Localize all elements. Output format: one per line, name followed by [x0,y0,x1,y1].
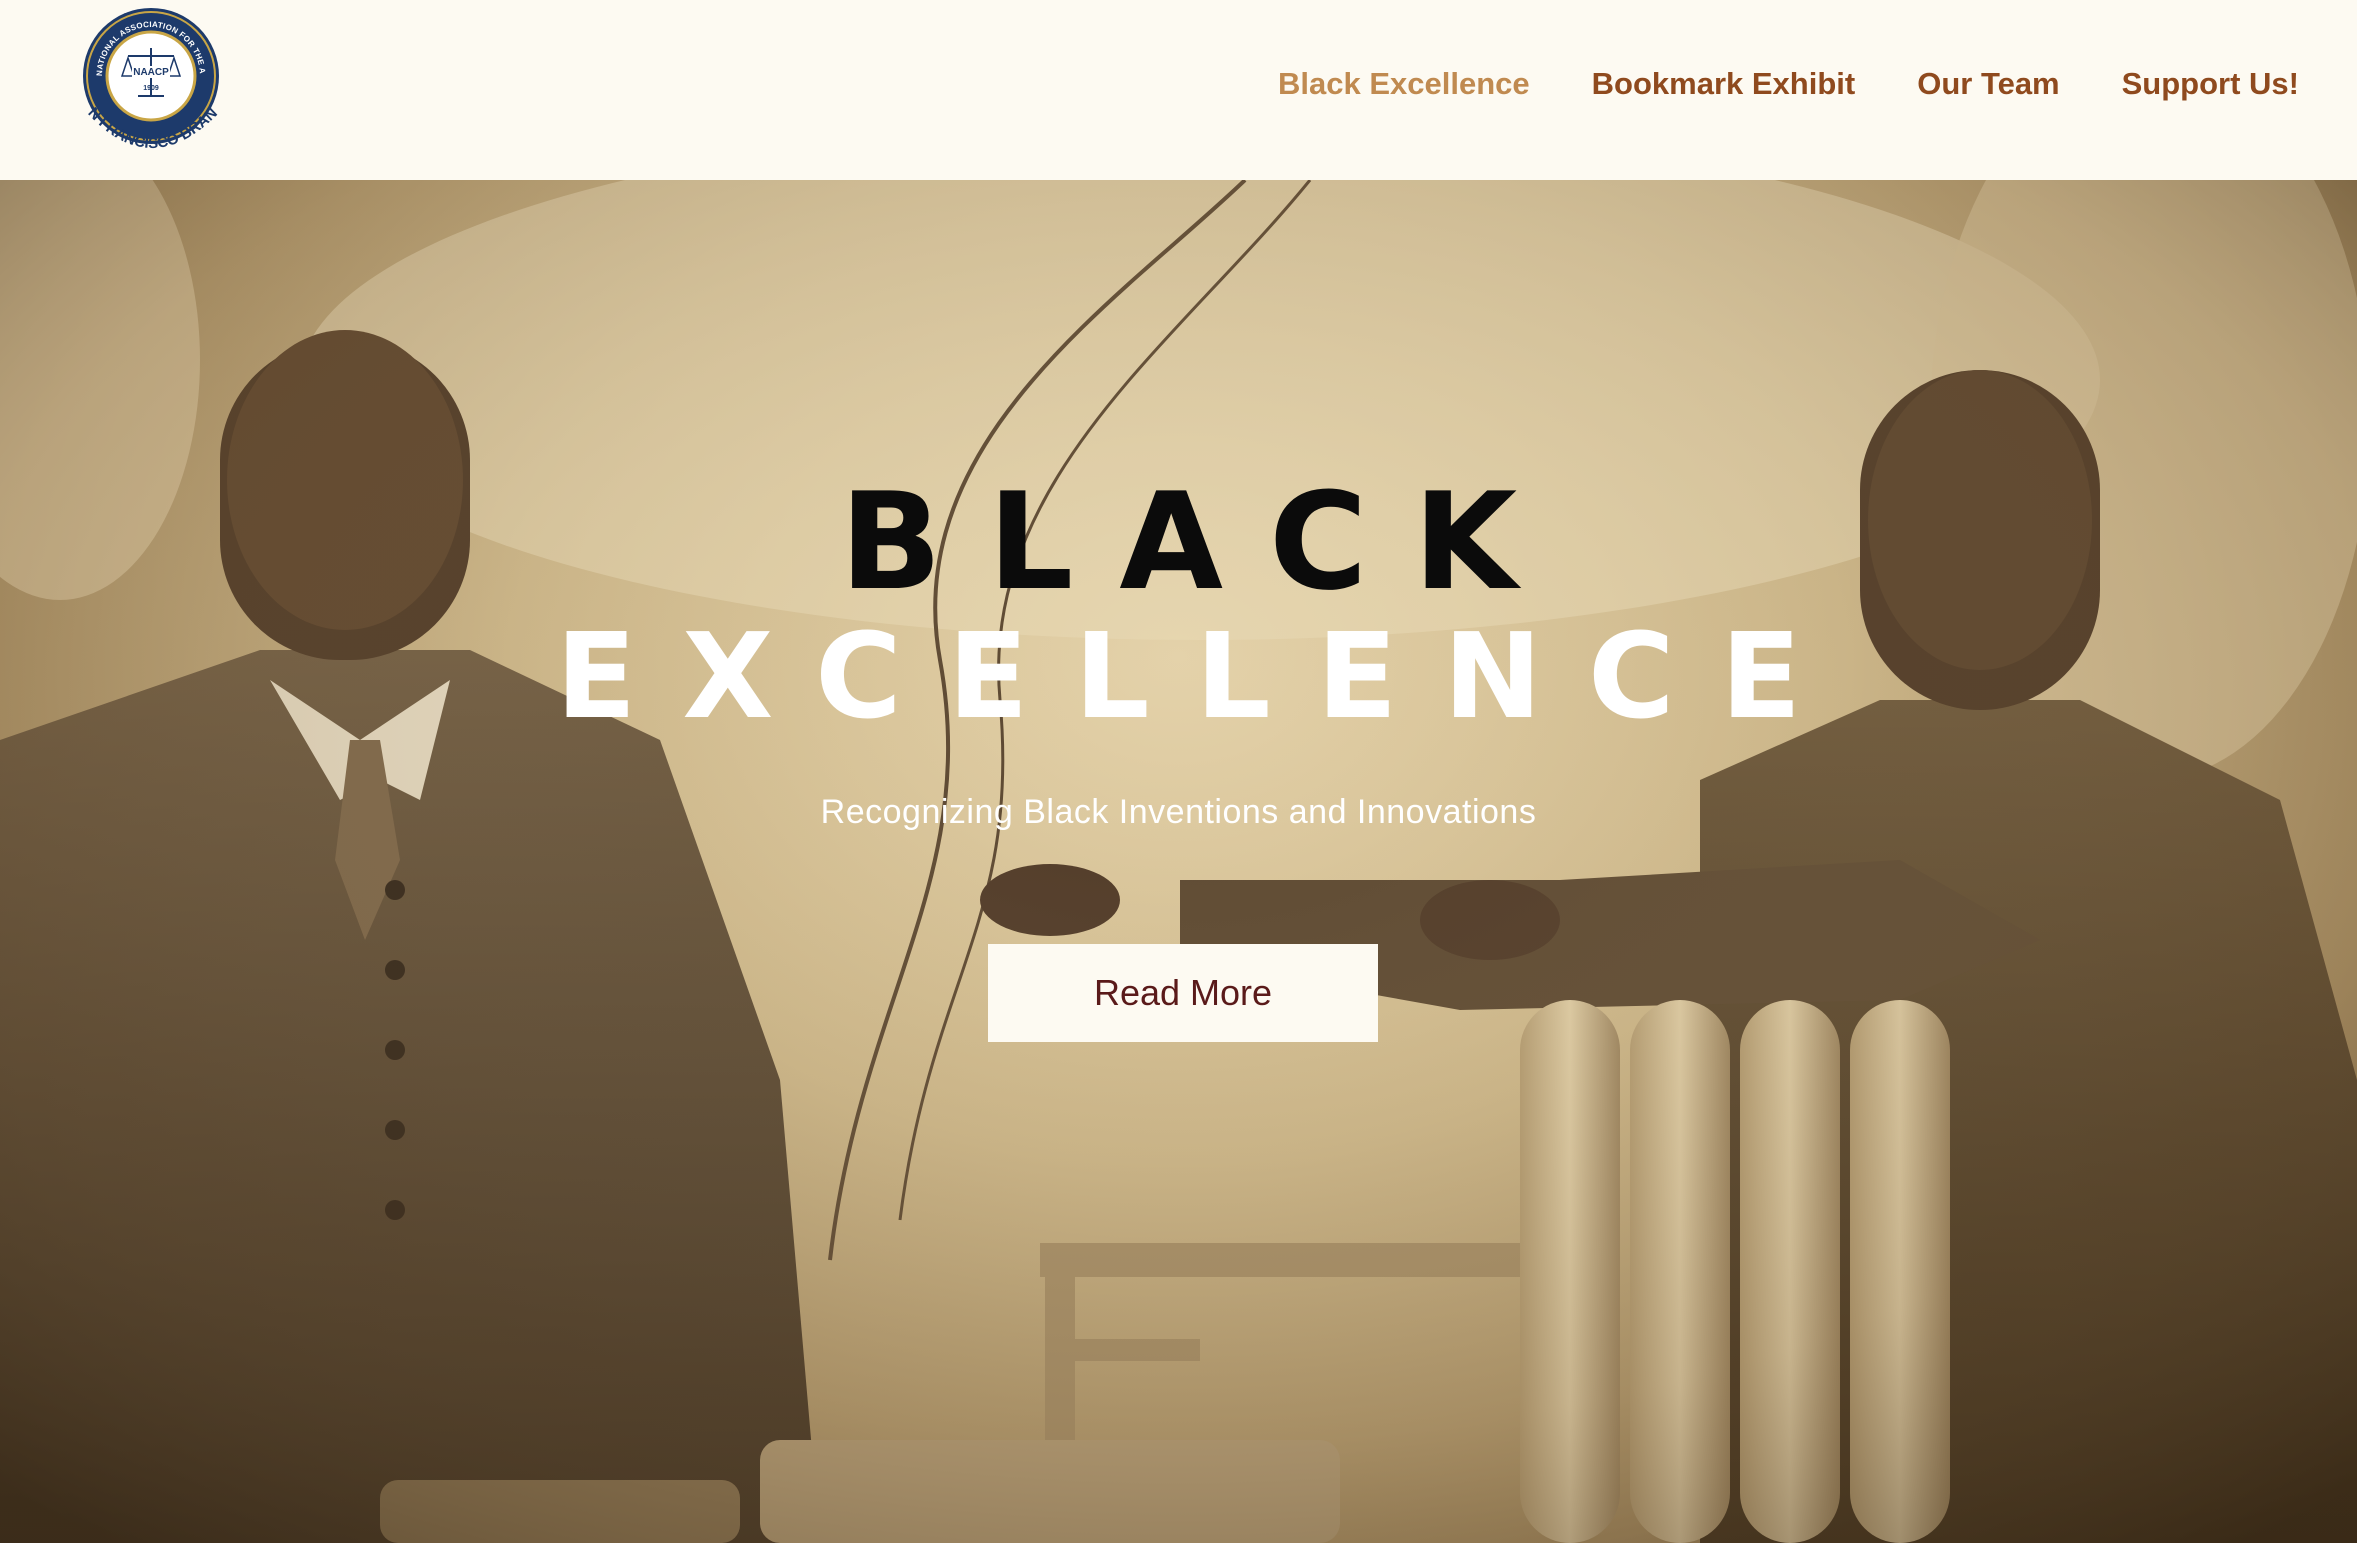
hero-subtitle: Recognizing Black Inventions and Innovat… [820,793,1537,831]
site-header: NATIONAL ASSOCIATION FOR THE ADVANCEMENT… [0,0,2357,180]
nav-black-excellence[interactable]: Black Excellence [1278,66,1530,102]
nav-support-us[interactable]: Support Us! [2122,66,2299,102]
main-nav: Black Excellence Bookmark Exhibit Our Te… [1278,66,2299,102]
read-more-button[interactable]: Read More [988,944,1378,1042]
hero-title-black: BLACK [839,464,1564,620]
hero-background-photo [0,180,2357,1543]
logo-founded-text: 1909 [143,85,159,92]
logo-center-text: NAACP [133,67,169,78]
naacp-seal-icon: NATIONAL ASSOCIATION FOR THE ADVANCEMENT… [71,0,221,152]
nav-bookmark-exhibit[interactable]: Bookmark Exhibit [1592,66,1856,102]
hero-section: BLACK EXCELLENCE Recognizing Black Inven… [0,180,2357,1543]
nav-our-team[interactable]: Our Team [1917,66,2059,102]
page: NATIONAL ASSOCIATION FOR THE ADVANCEMENT… [0,0,2357,1543]
naacp-logo[interactable]: NATIONAL ASSOCIATION FOR THE ADVANCEMENT… [71,0,226,169]
hero-title-excellence: EXCELLENCE [555,607,1848,745]
